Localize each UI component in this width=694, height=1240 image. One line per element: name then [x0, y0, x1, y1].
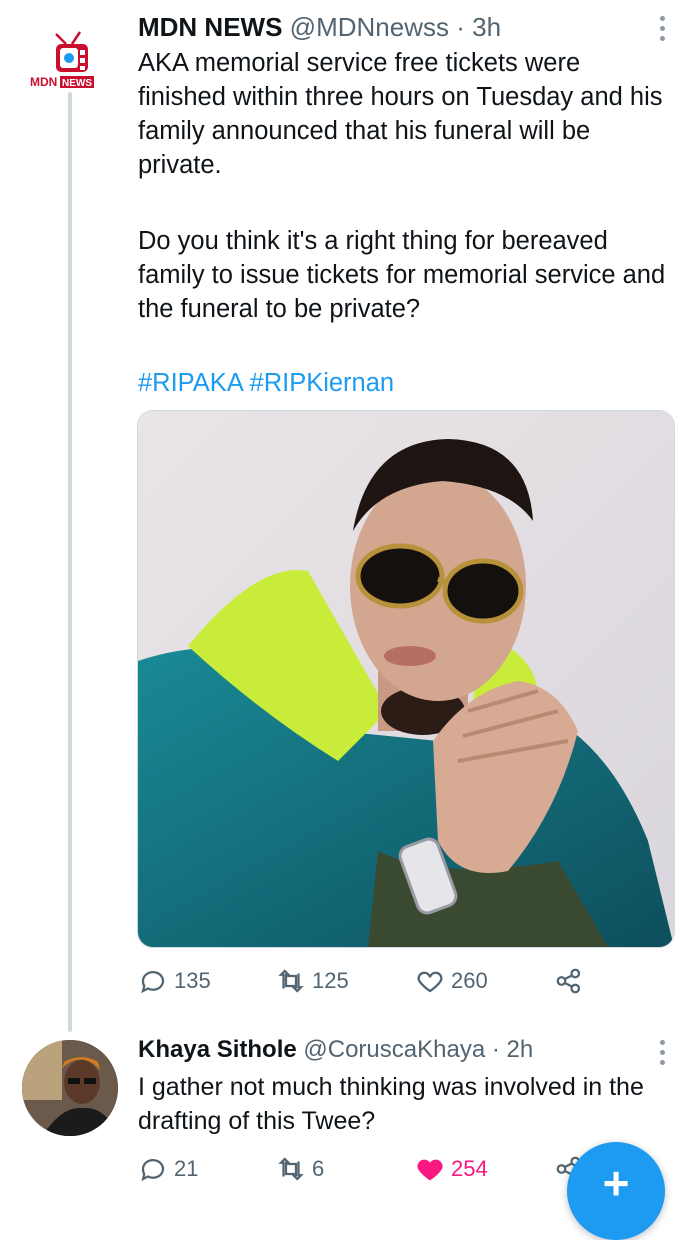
reply-icon [141, 1159, 165, 1182]
avatar-photo [22, 1040, 118, 1136]
reply-time[interactable]: 2h [507, 1036, 534, 1063]
mdn-news-avatar[interactable]: MDN NEWS [30, 28, 110, 98]
share-action[interactable] [554, 966, 590, 996]
author-name[interactable]: MDN NEWS [138, 12, 282, 42]
svg-text:NEWS: NEWS [62, 78, 92, 89]
reply-more-options-icon[interactable] [660, 1040, 666, 1070]
reply-reply-action[interactable]: 21 [138, 1154, 198, 1184]
reply-header: Khaya Sithole @CoruscaKhaya · 2h [138, 1036, 533, 1064]
author-handle[interactable]: @MDNnewss [290, 12, 449, 42]
hashtag-link[interactable]: #RIPKiernan [250, 369, 395, 397]
plus-icon: + [602, 1157, 630, 1209]
tweet-time[interactable]: 3h [472, 12, 501, 42]
compose-tweet-button[interactable]: + [567, 1142, 665, 1240]
more-options-icon[interactable] [660, 16, 666, 46]
reply-action[interactable]: 135 [138, 966, 211, 996]
tweet-paragraph-1: AKA memorial service free tickets were f… [138, 49, 663, 179]
svg-text:MDN: MDN [30, 75, 57, 89]
tweet-media-image[interactable] [137, 410, 675, 948]
reply-like-action[interactable]: 254 [415, 1154, 488, 1184]
heart-filled-icon [417, 1159, 443, 1181]
separator: · [456, 12, 465, 42]
thread-connector [68, 92, 72, 1032]
retweet-count: 125 [312, 968, 349, 993]
mdn-news-logo: MDN NEWS [30, 31, 94, 89]
separator: · [491, 1036, 500, 1063]
hashtag-row: #RIPAKA #RIPKiernan [138, 366, 668, 400]
reply-retweet-action[interactable]: 6 [276, 1154, 324, 1184]
reply-icon [141, 971, 165, 994]
heart-icon [417, 971, 443, 993]
reply-count: 135 [174, 968, 211, 993]
reply-like-count: 254 [451, 1156, 488, 1181]
reply-retweet-count: 6 [312, 1156, 325, 1181]
reply-author-handle[interactable]: @CoruscaKhaya [303, 1036, 485, 1063]
portrait-photo [138, 411, 674, 947]
like-count: 260 [451, 968, 488, 993]
retweet-action[interactable]: 125 [276, 966, 349, 996]
like-action[interactable]: 260 [415, 966, 488, 996]
share-icon [556, 968, 581, 994]
tweet-header: MDN NEWS @MDNnewss · 3h [138, 12, 501, 43]
hashtag-link[interactable]: #RIPAKA [138, 369, 242, 397]
tweet-paragraph-2: Do you think it's a right thing for bere… [138, 227, 666, 323]
khaya-avatar[interactable] [22, 1040, 118, 1136]
reply-author-name[interactable]: Khaya Sithole [138, 1036, 297, 1063]
reply-text: I gather not much thinking was involved … [138, 1073, 644, 1135]
retweet-icon [278, 1157, 304, 1181]
reply-reply-count: 21 [174, 1156, 199, 1181]
retweet-icon [278, 969, 304, 993]
